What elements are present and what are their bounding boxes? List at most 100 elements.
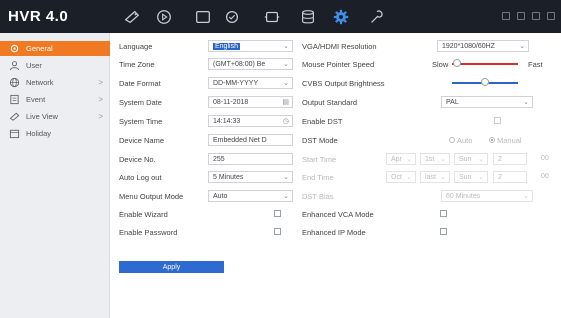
dst-checkbox[interactable] <box>494 117 501 124</box>
menuoutput-value: Auto <box>213 192 228 200</box>
systemdate-label: System Date <box>119 98 162 107</box>
apply-button[interactable]: Apply <box>119 261 224 273</box>
systemdate-input[interactable]: 08-11-2018 ▤ <box>208 96 293 108</box>
menuoutput-select[interactable]: Auto ⌄ <box>208 190 293 202</box>
sidebar-item-label: User <box>26 61 42 70</box>
pointer-slider-track[interactable] <box>452 63 518 65</box>
start-month-value: Apr <box>391 155 402 163</box>
outputstd-select[interactable]: PAL ⌄ <box>441 96 533 108</box>
dstmode-manual-radio[interactable] <box>489 137 495 143</box>
dateformat-select[interactable]: DD-MM-YYYY ⌄ <box>208 77 293 89</box>
cvbs-slider-handle[interactable] <box>481 78 489 86</box>
chevron-down-icon: ⌄ <box>523 193 529 200</box>
power-icon[interactable] <box>547 12 555 20</box>
dstmode-auto-radio[interactable] <box>449 137 455 143</box>
devicename-input[interactable]: Embedded Net D <box>208 134 293 146</box>
window-controls <box>502 12 555 20</box>
globe-icon <box>9 77 20 88</box>
devicename-label: Device Name <box>119 136 165 145</box>
starttime-label: Start Time <box>302 155 337 164</box>
sidebar-item-general[interactable]: General <box>0 41 110 56</box>
camera-icon <box>9 111 20 122</box>
sidebar-item-network[interactable]: Network > <box>0 75 110 90</box>
chevron-right-icon: > <box>98 78 103 87</box>
end-week-select[interactable]: last ⌄ <box>420 171 450 183</box>
chevron-down-icon: ⌄ <box>283 193 289 200</box>
resolution-value: 1920*1080/60HZ <box>442 42 495 50</box>
start-hour-input[interactable]: 2 <box>493 153 527 165</box>
password-checkbox[interactable] <box>274 228 281 235</box>
timezone-select[interactable]: (GMT+08:00) Be ⌄ <box>208 58 293 70</box>
dstbias-select[interactable]: 60 Minutes ⌄ <box>441 190 533 202</box>
sidebar: General User Network > Event > Live View… <box>0 33 110 318</box>
deviceno-label: Device No. <box>119 155 156 164</box>
start-week-value: 1st <box>425 155 435 163</box>
clock-icon[interactable]: ◷ <box>283 117 289 125</box>
deviceno-input[interactable]: 255 <box>208 153 293 165</box>
end-day-value: Sun <box>459 173 472 181</box>
end-month-select[interactable]: Oct ⌄ <box>386 171 416 183</box>
live-view-icon[interactable] <box>122 7 142 27</box>
autologout-select[interactable]: 5 Minutes ⌄ <box>208 171 293 183</box>
vca-checkbox[interactable] <box>440 210 447 217</box>
start-min-value: 00 <box>541 155 549 162</box>
chevron-down-icon: ⌄ <box>283 43 289 50</box>
settings-icon[interactable] <box>331 7 351 27</box>
hdd-icon[interactable] <box>532 12 540 20</box>
lock-icon[interactable] <box>502 12 510 20</box>
playback-icon[interactable] <box>154 7 174 27</box>
sidebar-item-label: Network <box>26 78 54 87</box>
chevron-right-icon: > <box>98 112 103 121</box>
end-day-select[interactable]: Sun ⌄ <box>454 171 488 183</box>
cvbs-label: CVBS Output Brightness <box>302 79 385 88</box>
autologout-value: 5 Minutes <box>213 173 244 181</box>
chevron-down-icon: ⌄ <box>523 99 529 106</box>
brand-title: HVR 4.0 <box>8 8 69 25</box>
deviceno-value: 255 <box>213 155 225 163</box>
sidebar-item-user[interactable]: User <box>0 58 110 73</box>
file-icon[interactable] <box>193 7 213 27</box>
password-label: Enable Password <box>119 228 178 237</box>
timezone-value: (GMT+08:00) Be <box>213 60 266 68</box>
start-hour-value: 2 <box>498 155 502 163</box>
search-icon[interactable] <box>222 7 242 27</box>
end-hour-input[interactable]: 2 <box>493 171 527 183</box>
calendar-icon[interactable]: ▤ <box>282 98 289 106</box>
devicename-value: Embedded Net D <box>213 136 267 144</box>
ipmode-checkbox[interactable] <box>440 228 447 235</box>
chevron-down-icon: ⌄ <box>440 156 446 163</box>
systemtime-input[interactable]: 14:14:33 ◷ <box>208 115 293 127</box>
systemtime-value: 14:14:33 <box>213 117 241 125</box>
alarm-icon[interactable] <box>517 12 525 20</box>
sidebar-item-label: Live View <box>26 112 58 121</box>
dstmode-label: DST Mode <box>302 136 338 145</box>
start-month-select[interactable]: Apr ⌄ <box>386 153 416 165</box>
wizard-checkbox[interactable] <box>274 210 281 217</box>
sidebar-item-live-view[interactable]: Live View > <box>0 109 110 124</box>
end-hour-value: 2 <box>498 173 502 181</box>
sidebar-item-event[interactable]: Event > <box>0 92 110 107</box>
storage-icon[interactable] <box>298 7 318 27</box>
chevron-down-icon: ⌄ <box>440 174 446 181</box>
outputstd-label: Output Standard <box>302 98 358 107</box>
pointer-slow-label: Slow <box>432 60 449 69</box>
dstmode-auto-label: Auto <box>457 136 473 145</box>
menuoutput-label: Menu Output Mode <box>119 192 184 201</box>
sidebar-item-holiday[interactable]: Holiday <box>0 126 110 141</box>
dst-label: Enable DST <box>302 117 343 126</box>
pointer-slider-handle[interactable] <box>453 59 462 67</box>
camera-icon[interactable] <box>262 7 282 27</box>
start-week-select[interactable]: 1st ⌄ <box>420 153 450 165</box>
pointer-label: Mouse Pointer Speed <box>302 60 375 69</box>
start-day-select[interactable]: Sun ⌄ <box>454 153 488 165</box>
chevron-down-icon: ⌄ <box>406 174 412 181</box>
resolution-select[interactable]: 1920*1080/60HZ ⌄ <box>437 40 529 52</box>
sidebar-item-label: Event <box>26 95 46 104</box>
start-day-value: Sun <box>459 155 472 163</box>
language-label: Language <box>119 42 153 51</box>
resolution-label: VGA/HDMI Resolution <box>302 42 377 51</box>
language-select[interactable]: English ⌄ <box>208 40 293 52</box>
chevron-down-icon: ⌄ <box>283 80 289 87</box>
calendar-icon <box>9 128 20 139</box>
maintenance-icon[interactable] <box>367 7 387 27</box>
